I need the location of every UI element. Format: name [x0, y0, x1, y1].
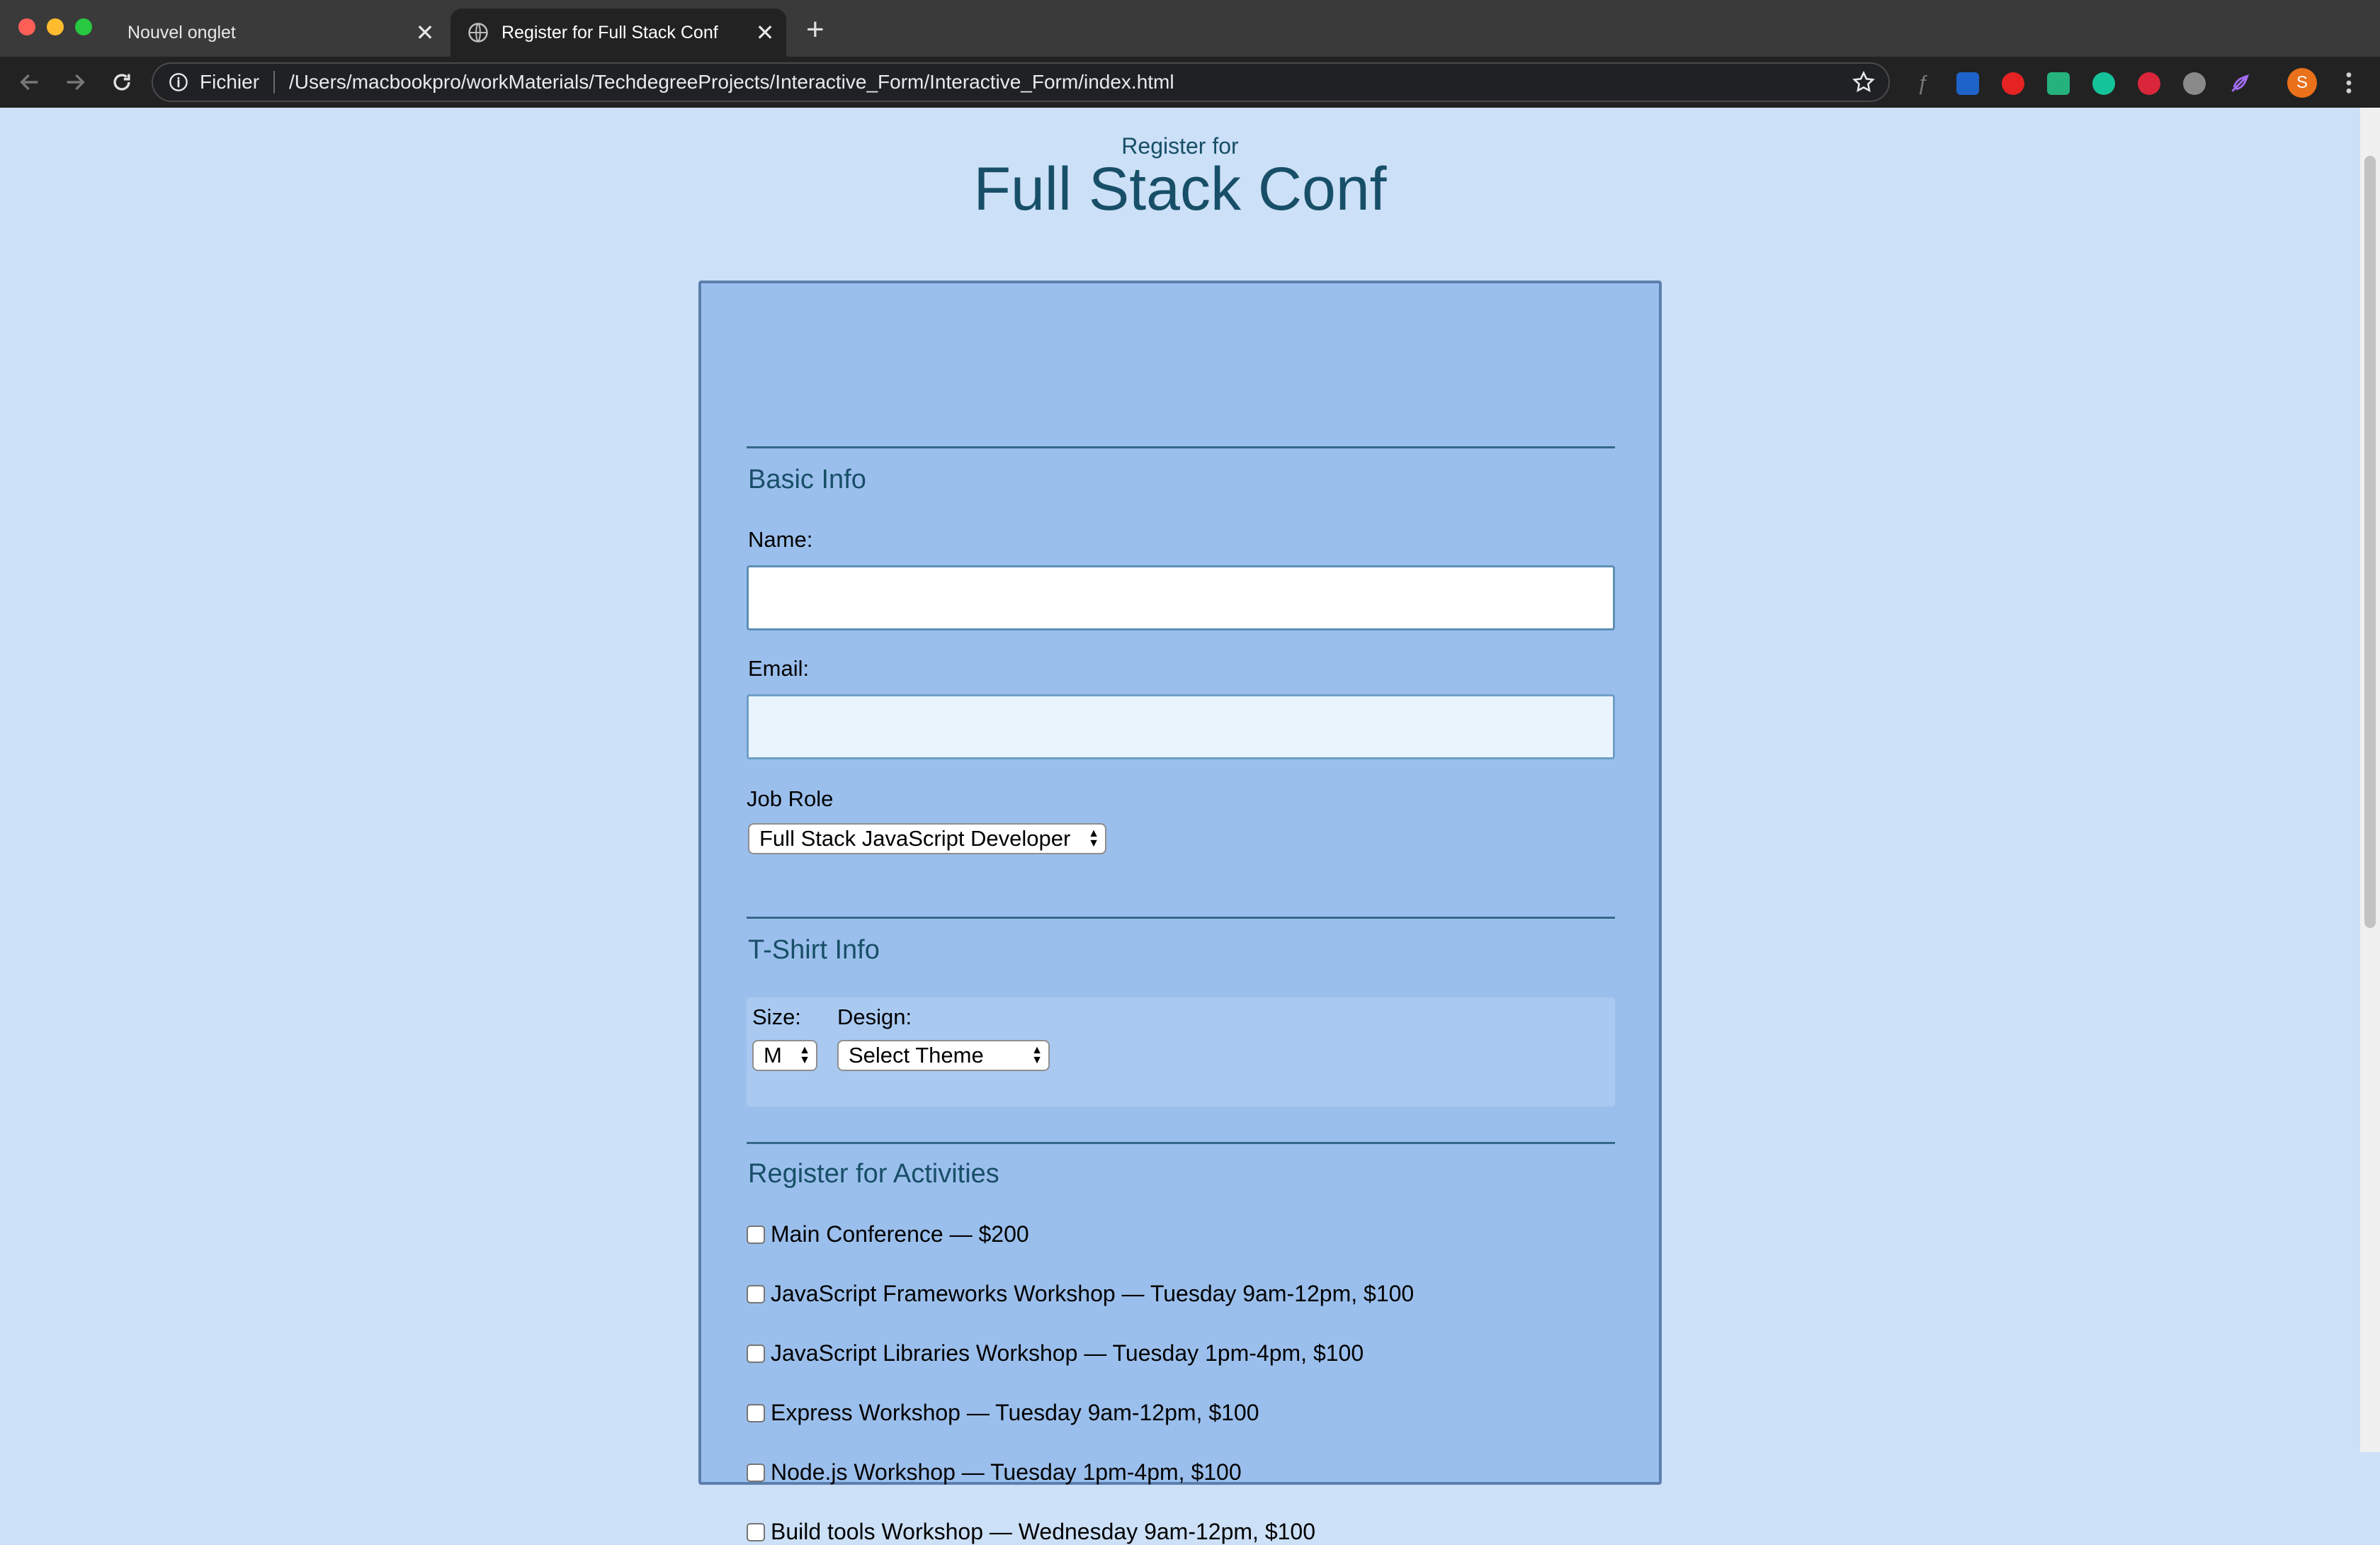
- maximize-window-button[interactable]: [75, 18, 92, 35]
- extension-blue-icon[interactable]: [1956, 72, 1979, 95]
- close-tab-icon[interactable]: ✕: [751, 19, 779, 46]
- new-tab-icon[interactable]: +: [806, 14, 824, 45]
- size-select[interactable]: M ▲ ▼: [752, 1040, 817, 1071]
- job-role-selected: Full Stack JavaScript Developer: [759, 826, 1071, 851]
- activity-checkbox[interactable]: [747, 1522, 765, 1541]
- grammarly-extension-icon[interactable]: [2092, 72, 2115, 95]
- activity-label: Main Conference — $200: [771, 1221, 1029, 1247]
- section-divider: [747, 1142, 1615, 1144]
- section-divider: [747, 446, 1615, 448]
- pinterest-extension-icon[interactable]: [2183, 72, 2206, 95]
- activity-main-conference[interactable]: Main Conference — $200: [747, 1221, 1029, 1247]
- job-role-select[interactable]: Full Stack JavaScript Developer ▲ ▼: [748, 823, 1106, 854]
- activity-label: Build tools Workshop — Wednesday 9am-12p…: [771, 1519, 1315, 1544]
- menu-kebab-icon[interactable]: [2339, 71, 2359, 95]
- basic-info-heading: Basic Info: [748, 465, 866, 494]
- feather-extension-icon[interactable]: [2228, 72, 2251, 95]
- activity-checkbox[interactable]: [747, 1463, 765, 1482]
- tab-new-tab[interactable]: Nouvel onglet ✕: [113, 9, 446, 57]
- red-extension-icon[interactable]: [2138, 72, 2160, 95]
- select-arrows-icon: ▲ ▼: [1031, 1044, 1043, 1066]
- reload-icon[interactable]: [106, 67, 137, 98]
- site-info-label[interactable]: Fichier: [200, 71, 259, 94]
- activity-js-libraries[interactable]: JavaScript Libraries Workshop — Tuesday …: [747, 1340, 1364, 1366]
- screenshot-extension-icon[interactable]: [2047, 72, 2070, 95]
- activity-checkbox[interactable]: [747, 1284, 765, 1303]
- adblock-extension-icon[interactable]: [2002, 72, 2024, 95]
- email-field[interactable]: [747, 694, 1615, 759]
- page-content: Register for Full Stack Conf Basic Info …: [0, 108, 2360, 1544]
- forward-arrow-icon[interactable]: [60, 67, 91, 98]
- activity-label: JavaScript Libraries Workshop — Tuesday …: [771, 1340, 1364, 1366]
- page-title: Full Stack Conf: [973, 155, 1387, 223]
- profile-avatar[interactable]: S: [2287, 68, 2317, 98]
- url-text[interactable]: /Users/macbookpro/workMaterials/Techdegr…: [289, 71, 1852, 94]
- activity-nodejs[interactable]: Node.js Workshop — Tuesday 1pm-4pm, $100: [747, 1459, 1242, 1485]
- name-label: Name:: [748, 527, 813, 552]
- globe-icon: [468, 23, 488, 43]
- activity-label: JavaScript Frameworks Workshop — Tuesday…: [771, 1281, 1415, 1306]
- close-tab-icon[interactable]: ✕: [411, 19, 439, 46]
- section-divider: [747, 917, 1615, 919]
- design-selected: Select Theme: [849, 1043, 984, 1068]
- page-scrollbar[interactable]: [2360, 108, 2380, 1452]
- browser-tab-strip: Nouvel onglet ✕ Register for Full Stack …: [0, 0, 2380, 57]
- activity-label: Express Workshop — Tuesday 9am-12pm, $10…: [771, 1400, 1259, 1425]
- tab-register-form[interactable]: Register for Full Stack Conf ✕: [450, 9, 786, 57]
- activity-checkbox[interactable]: [747, 1225, 765, 1244]
- activities-heading: Register for Activities: [748, 1159, 999, 1189]
- size-label: Size:: [752, 1004, 801, 1029]
- bookmark-star-icon[interactable]: [1852, 70, 1876, 94]
- job-role-label: Job Role: [747, 786, 834, 811]
- activity-label: Node.js Workshop — Tuesday 1pm-4pm, $100: [771, 1459, 1242, 1485]
- tshirt-options-box: Size: M ▲ ▼ Design: Select Theme ▲ ▼: [747, 997, 1615, 1107]
- back-arrow-icon[interactable]: [14, 67, 45, 98]
- minimize-window-button[interactable]: [47, 18, 64, 35]
- activity-checkbox[interactable]: [747, 1344, 765, 1363]
- select-arrows-icon: ▲ ▼: [1088, 827, 1099, 849]
- select-arrows-icon: ▲ ▼: [799, 1044, 810, 1066]
- email-label: Email:: [748, 656, 810, 681]
- registration-form: Basic Info Name: Email: Job Role Full St…: [698, 281, 1662, 1544]
- tab-title: Nouvel onglet: [128, 22, 236, 43]
- close-window-button[interactable]: [18, 18, 35, 35]
- divider: [273, 71, 276, 94]
- size-selected: M: [764, 1043, 782, 1068]
- browser-toolbar: Fichier /Users/macbookpro/workMaterials/…: [0, 57, 2380, 108]
- formula-extension-icon[interactable]: ƒ: [1911, 72, 1934, 95]
- activity-build-tools[interactable]: Build tools Workshop — Wednesday 9am-12p…: [747, 1519, 1315, 1545]
- design-select[interactable]: Select Theme ▲ ▼: [837, 1040, 1050, 1071]
- tab-title: Register for Full Stack Conf: [502, 22, 718, 43]
- address-bar[interactable]: Fichier /Users/macbookpro/workMaterials/…: [152, 62, 1890, 102]
- activity-checkbox[interactable]: [747, 1403, 765, 1422]
- activity-js-frameworks[interactable]: JavaScript Frameworks Workshop — Tuesday…: [747, 1281, 1414, 1307]
- design-label: Design:: [837, 1004, 912, 1029]
- info-icon[interactable]: [169, 72, 188, 92]
- scrollbar-thumb[interactable]: [2364, 156, 2376, 928]
- name-field[interactable]: [747, 565, 1615, 630]
- tshirt-info-heading: T-Shirt Info: [748, 935, 880, 965]
- activity-express[interactable]: Express Workshop — Tuesday 9am-12pm, $10…: [747, 1400, 1259, 1426]
